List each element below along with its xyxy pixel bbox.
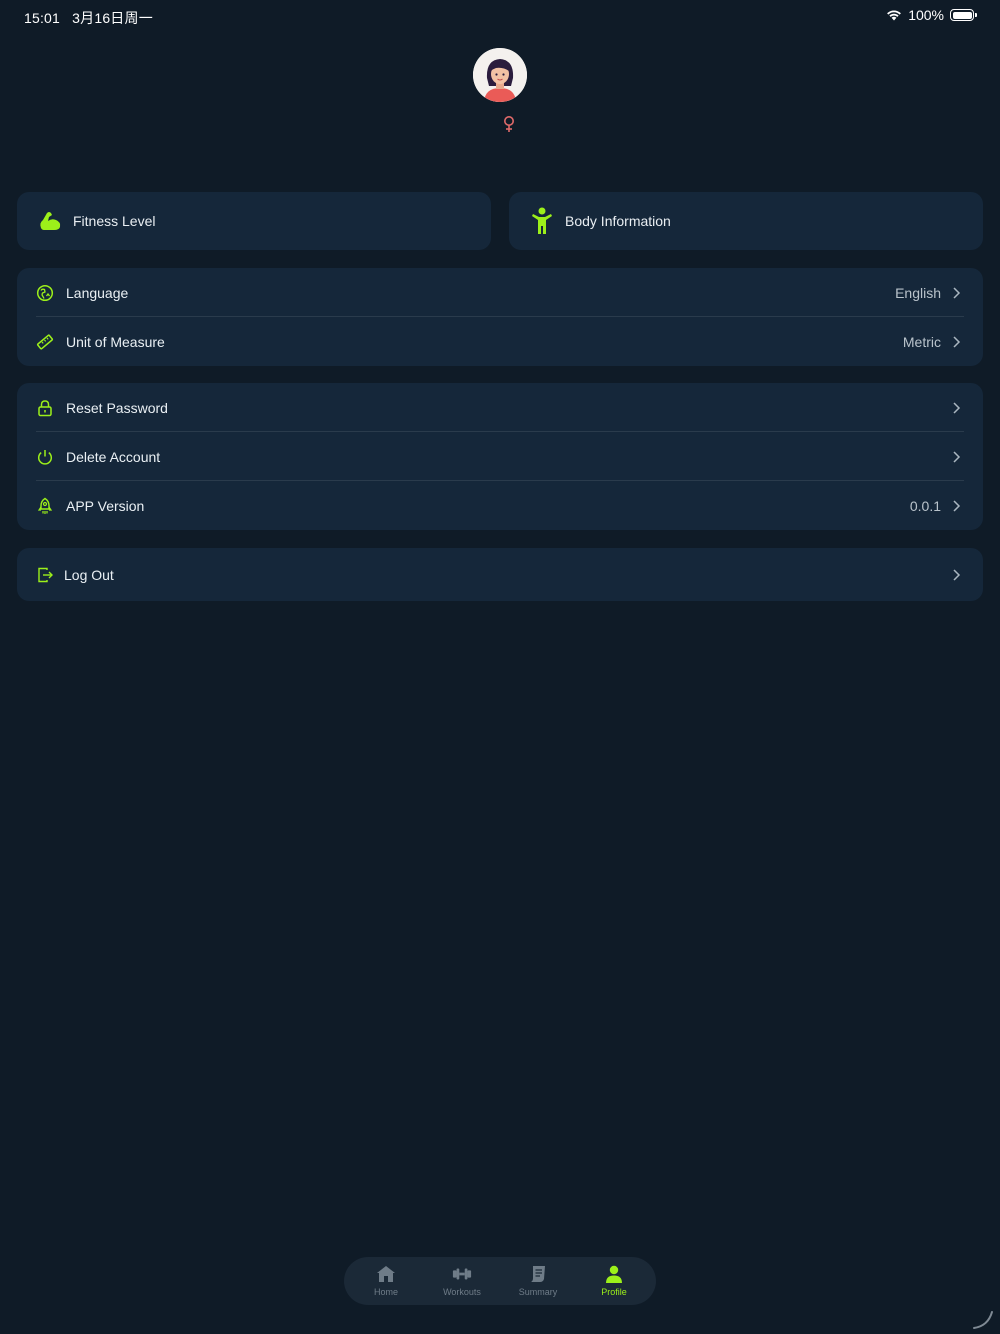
logout-icon	[36, 566, 54, 584]
unit-of-measure-value: Metric	[902, 333, 941, 350]
log-out-label: Log Out	[64, 566, 114, 583]
tab-home-label: Home	[373, 1287, 398, 1297]
preferences-group: Language English Unit of Measure Metric	[17, 268, 983, 366]
chevron-right-icon	[953, 499, 961, 512]
language-value: English	[895, 284, 941, 301]
tab-summary[interactable]: Summary	[500, 1257, 576, 1305]
language-icon	[36, 284, 54, 302]
unit-of-measure-row[interactable]: Unit of Measure Metric	[17, 317, 983, 366]
flexed-arm-icon	[37, 208, 63, 234]
tab-workouts-label: Workouts	[443, 1287, 481, 1297]
chevron-right-icon	[953, 335, 961, 348]
language-row[interactable]: Language English	[17, 268, 983, 317]
app-version-row[interactable]: APP Version 0.0.1	[17, 481, 983, 530]
chevron-right-icon	[953, 450, 961, 463]
power-icon	[36, 448, 54, 466]
resize-handle-icon	[973, 1311, 993, 1329]
chevron-right-icon	[953, 401, 961, 414]
female-symbol-icon	[504, 116, 514, 132]
status-time: 15:01	[24, 10, 61, 26]
tab-bar: Home Workouts Summary Profile	[344, 1257, 656, 1305]
ruler-icon	[36, 333, 54, 351]
status-time-date: 15:01 3月16日周一	[24, 8, 153, 28]
tab-summary-label: Summary	[518, 1287, 558, 1297]
delete-account-label: Delete Account	[66, 448, 161, 465]
person-icon	[604, 1265, 624, 1283]
lock-icon	[36, 399, 54, 417]
log-out-row[interactable]: Log Out	[17, 550, 983, 599]
battery-icon	[950, 9, 977, 21]
tab-home[interactable]: Home	[348, 1257, 424, 1305]
home-icon	[376, 1265, 396, 1283]
battery-percent: 100%	[908, 7, 944, 23]
fitness-level-tile[interactable]: Fitness Level	[17, 192, 491, 250]
status-bar: 15:01 3月16日周一 100%	[0, 0, 1000, 32]
dumbbell-icon	[452, 1265, 472, 1283]
reset-password-row[interactable]: Reset Password	[17, 383, 983, 432]
fitness-level-label: Fitness Level	[73, 213, 156, 229]
reset-password-label: Reset Password	[66, 399, 168, 416]
unit-of-measure-label: Unit of Measure	[66, 333, 165, 350]
tab-workouts[interactable]: Workouts	[424, 1257, 500, 1305]
account-group: Reset Password Delete Account APP Versio…	[17, 383, 983, 530]
chevron-right-icon	[953, 286, 961, 299]
tab-profile-label: Profile	[601, 1287, 627, 1297]
status-indicators: 100%	[886, 7, 977, 23]
status-date: 3月16日周一	[72, 10, 153, 26]
body-information-tile[interactable]: Body Information	[509, 192, 983, 250]
language-label: Language	[66, 284, 129, 301]
avatar[interactable]	[473, 48, 527, 102]
app-version-label: APP Version	[66, 497, 145, 514]
delete-account-row[interactable]: Delete Account	[17, 432, 983, 481]
tab-profile[interactable]: Profile	[576, 1257, 652, 1305]
body-information-label: Body Information	[565, 213, 671, 229]
chevron-right-icon	[953, 568, 961, 581]
person-icon	[529, 207, 555, 234]
rocket-icon	[36, 497, 54, 515]
app-version-value: 0.0.1	[909, 497, 941, 514]
document-icon	[528, 1265, 548, 1283]
logout-group: Log Out	[17, 548, 983, 601]
female-avatar-icon	[473, 48, 527, 102]
wifi-icon	[887, 10, 902, 21]
